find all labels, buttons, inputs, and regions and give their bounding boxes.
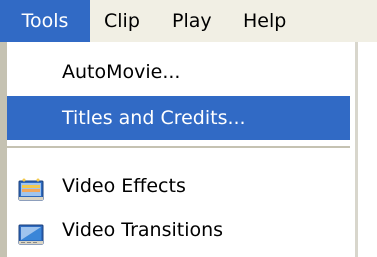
dropdown-left-border [0, 42, 7, 257]
menu-tools[interactable]: Tools [0, 0, 90, 42]
menu-item-automovie[interactable]: AutoMovie... [7, 50, 350, 94]
screenshot-canvas: Tools Clip Play Help AutoMovie... Titles… [0, 0, 377, 257]
menu-separator [7, 146, 350, 148]
menu-clip[interactable]: Clip [92, 0, 152, 42]
menu-bar: Tools Clip Play Help [0, 0, 377, 42]
video-transitions-icon [18, 218, 44, 245]
menu-item-video-transitions[interactable]: Video Transitions [7, 208, 350, 252]
dropdown-right-shadow [355, 42, 358, 257]
menu-item-label: Titles and Credits... [62, 107, 246, 129]
video-effects-icon [18, 174, 44, 201]
menu-item-label: Video Effects [62, 175, 186, 197]
menu-play[interactable]: Play [160, 0, 224, 42]
menu-item-label: Video Transitions [62, 219, 224, 241]
menu-item-video-effects[interactable]: Video Effects [7, 164, 350, 208]
menu-help[interactable]: Help [231, 0, 298, 42]
menu-item-label: AutoMovie... [62, 61, 181, 83]
menu-item-titles-and-credits[interactable]: Titles and Credits... [7, 96, 350, 140]
